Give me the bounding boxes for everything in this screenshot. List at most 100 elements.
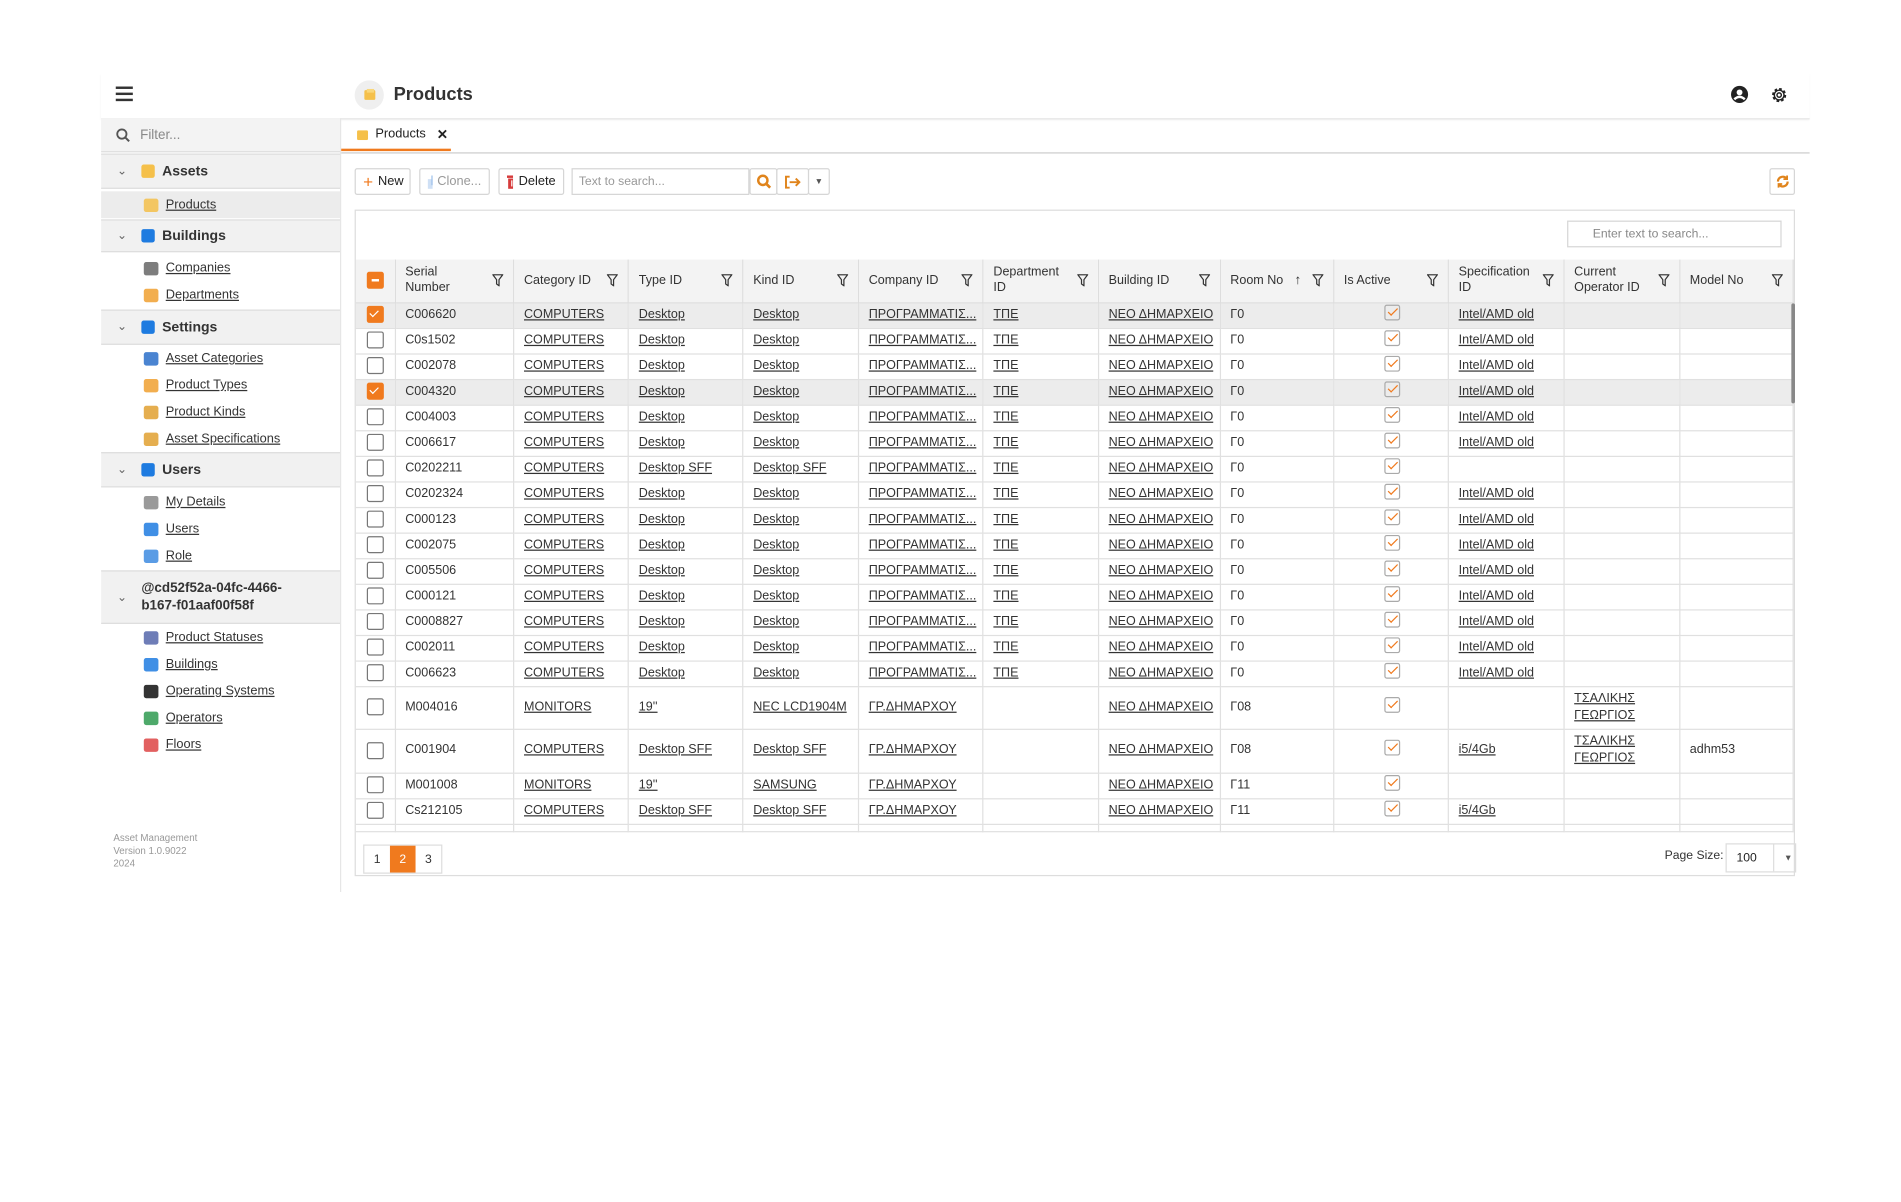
cell-spec[interactable]: Intel/AMD old [1447,531,1565,559]
cell-type[interactable]: Desktop [627,659,744,687]
cell-company-text[interactable]: ΠΡΟΓΡΑΜΜΑΤΙΣ... [869,564,977,577]
cell-kind-text[interactable]: Desktop [753,615,799,628]
refresh-button[interactable] [1769,168,1795,195]
cell-type[interactable]: Desktop [627,403,744,431]
select-all-header[interactable] [355,259,396,303]
sort-ascending-icon[interactable]: ↑ [1295,273,1302,289]
row-select-cell[interactable] [355,403,396,431]
cell-dept-text[interactable]: ΤΠΕ [993,308,1018,321]
cell-company[interactable]: ΠΡΟΓΡΑΜΜΑΤΙΣ... [857,327,984,355]
table-row[interactable]: C000121 COMPUTERS Desktop Desktop ΠΡΟΓΡΑΜΜΑΤ… [355,583,1794,610]
cell-type-text[interactable]: Desktop [639,487,685,500]
cell-building-text[interactable]: ΝΕΟ ΔΗΜΑΡΧΕΙΟ [1109,778,1214,791]
cell-dept-text[interactable]: ΤΠΕ [993,640,1018,653]
table-row[interactable]: C004320 COMPUTERS Desktop Desktop ΠΡΟΓΡΑΜΜΑΤ… [355,378,1794,406]
filter-icon[interactable] [1426,274,1438,287]
cell-dept-text[interactable]: ΤΠΕ [993,589,1018,602]
table-row[interactable]: M004016 MONITORS 19'' NEC LCD1904M ΓΡ.ΔΗΜΑΡΧ… [355,685,1794,730]
filter-icon[interactable] [1076,274,1088,287]
export-button[interactable] [776,168,810,195]
filter-icon[interactable] [1198,274,1210,287]
select-all-checkbox[interactable] [366,272,384,290]
cell-building-text[interactable]: ΝΕΟ ΔΗΜΑΡΧΕΙΟ [1109,333,1214,346]
cell-company[interactable]: ΠΡΟΓΡΑΜΜΑΤΙΣ... [857,352,984,380]
cell-dept-text[interactable]: ΤΠΕ [993,359,1018,372]
cell-building[interactable]: ΝΕΟ ΔΗΜΑΡΧΕΙΟ [1097,797,1221,825]
row-select-cell[interactable] [355,352,396,380]
cell-spec-text[interactable]: Intel/AMD old [1459,436,1534,449]
cell-kind[interactable]: Desktop [742,403,859,431]
cell-dept[interactable]: ΤΠΕ [982,327,1099,355]
row-select-cell[interactable] [355,506,396,534]
cell-dept[interactable]: ΤΠΕ [982,583,1099,610]
cell-kind[interactable]: Desktop [742,531,859,559]
cell-kind[interactable]: Desktop SFF [742,728,859,774]
cell-category[interactable]: COMPUTERS [513,429,630,457]
menu-icon[interactable] [115,86,133,102]
sidebar-item-my-details[interactable]: My Details [101,489,340,516]
cell-company-text[interactable]: ΠΡΟΓΡΑΜΜΑΤΙΣ... [869,359,977,372]
page-size-select[interactable]: 100 ▼ [1725,843,1797,873]
cell-spec-text[interactable]: Intel/AMD old [1459,666,1534,679]
cell-company[interactable]: ΠΡΟΓΡΑΜΜΑΤΙΣ... [857,531,984,559]
filter-icon[interactable] [607,274,619,287]
cell-type-text[interactable]: 19'' [639,778,658,791]
row-select-cell[interactable] [355,327,396,355]
filter-icon[interactable] [961,274,973,287]
sidebar-item-departments[interactable]: Departments [101,281,340,308]
filter-icon[interactable] [1658,274,1670,287]
cell-operator[interactable]: ΤΣΑΛΙΚΗΣ ΓΕΩΡΓΙΟΣ [1563,728,1681,774]
row-checkbox[interactable] [366,802,384,820]
row-select-cell[interactable] [355,531,396,559]
cell-category-text[interactable]: COMPUTERS [524,359,604,372]
cell-category[interactable]: COMPUTERS [513,583,630,610]
cell-spec[interactable]: Intel/AMD old [1447,583,1565,610]
cell-building-text[interactable]: ΝΕΟ ΔΗΜΑΡΧΕΙΟ [1109,700,1214,713]
row-checkbox[interactable] [366,698,384,716]
cell-building-text[interactable]: ΝΕΟ ΔΗΜΑΡΧΕΙΟ [1109,384,1214,397]
cell-kind[interactable]: Desktop [742,506,859,534]
cell-type[interactable]: Desktop [627,583,744,610]
cell-spec[interactable]: Intel/AMD old [1447,403,1565,431]
page-1-button[interactable]: 1 [364,846,390,873]
cell-company[interactable]: ΓΡ.ΔΗΜΑΡΧΟΥ [857,685,984,730]
row-select-cell[interactable] [355,378,396,406]
cell-category-text[interactable]: COMPUTERS [524,804,604,817]
cell-kind[interactable]: SAMSUNG [742,771,859,799]
cell-spec-text[interactable]: Intel/AMD old [1459,487,1534,500]
cell-spec-text[interactable]: Intel/AMD old [1459,589,1534,602]
table-row[interactable]: C004003 COMPUTERS Desktop Desktop ΠΡΟΓΡΑΜΜΑΤ… [355,403,1794,431]
cell-type[interactable]: 19'' [627,685,744,730]
page-3-button[interactable]: 3 [416,846,442,873]
cell-building[interactable]: ΝΕΟ ΔΗΜΑΡΧΕΙΟ [1097,301,1221,329]
cell-category-text[interactable]: COMPUTERS [524,666,604,679]
cell-type[interactable]: Desktop [627,301,744,329]
cell-building[interactable]: ΝΕΟ ΔΗΜΑΡΧΕΙΟ [1097,557,1221,585]
cell-spec[interactable]: i5/4Gb [1447,797,1565,825]
sidebar-group-settings[interactable]: ⌄ Settings [101,309,340,345]
cell-dept-text[interactable]: ΤΠΕ [993,384,1018,397]
cell-category-text[interactable]: COMPUTERS [524,589,604,602]
row-select-cell[interactable] [355,797,396,825]
table-row[interactable]: C006617 COMPUTERS Desktop Desktop ΠΡΟΓΡΑΜΜΑΤ… [355,429,1794,457]
table-row[interactable]: Cs212105 COMPUTERS Desktop SFF Desktop SFF Γ… [355,797,1794,825]
cell-category-text[interactable]: COMPUTERS [524,436,604,449]
cell-dept-text[interactable]: ΤΠΕ [993,333,1018,346]
gear-icon[interactable] [1769,85,1788,111]
cell-type[interactable]: Desktop [627,378,744,406]
cell-dept[interactable]: ΤΠΕ [982,352,1099,380]
cell-spec-text[interactable]: Intel/AMD old [1459,615,1534,628]
cell-category-text[interactable]: COMPUTERS [524,640,604,653]
cell-type[interactable]: Desktop SFF [627,728,744,774]
filter-icon[interactable] [1312,274,1324,287]
cell-spec[interactable]: Intel/AMD old [1447,506,1565,534]
column-header-kind-id[interactable]: Kind ID [742,259,859,303]
cell-company[interactable]: ΓΡ.ΔΗΜΑΡΧΟΥ [857,728,984,774]
cell-type-text[interactable]: Desktop [639,512,685,525]
cell-building[interactable]: ΝΕΟ ΔΗΜΑΡΧΕΙΟ [1097,771,1221,799]
cell-kind-text[interactable]: Desktop [753,333,799,346]
cell-kind-text[interactable]: Desktop [753,308,799,321]
cell-dept-text[interactable]: ΤΠΕ [993,436,1018,449]
sidebar-group-cd52f52a-04fc-4466-b167-f01aaf00f58f[interactable]: ⌄ @cd52f52a-04fc-4466-b167-f01aaf00f58f [101,570,340,624]
cell-building[interactable]: ΝΕΟ ΔΗΜΑΡΧΕΙΟ [1097,659,1221,687]
